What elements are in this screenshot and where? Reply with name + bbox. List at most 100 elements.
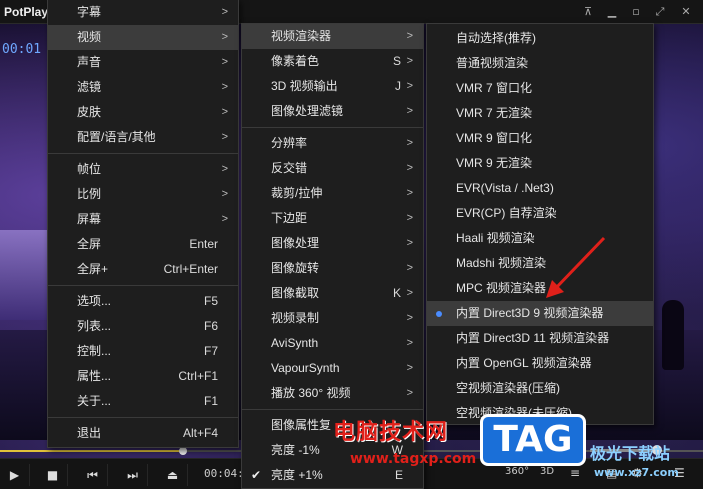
chevron-right-icon: >: [221, 106, 228, 118]
chevron-right-icon: >: [221, 6, 228, 18]
video-menu-item-10[interactable]: 图像旋转 >: [242, 256, 423, 281]
main-menu-item-16[interactable]: 属性... Ctrl+F1: [48, 364, 238, 389]
video-menu-item-12[interactable]: 视频录制 >: [242, 306, 423, 331]
menu-item-label: 帧位: [77, 162, 102, 176]
seek-progress: [0, 450, 183, 452]
watermark-tag-logo: TAG: [480, 414, 586, 466]
3d-button[interactable]: 3D: [540, 466, 554, 477]
main-menu-item-9[interactable]: 屏幕 >: [48, 207, 238, 232]
menu-item-label: 下边距: [271, 211, 308, 225]
video-menu-item-11[interactable]: 图像截取 K >: [242, 281, 423, 306]
renderer-menu-item-6[interactable]: EVR(Vista / .Net3): [427, 176, 653, 201]
video-menu-item-2[interactable]: 3D 视频输出 J >: [242, 74, 423, 99]
menu-item-label: 视频录制: [271, 311, 320, 325]
chevron-right-icon: >: [406, 187, 413, 199]
video-menu-item-7[interactable]: 裁剪/拉伸 >: [242, 181, 423, 206]
menu-item-label: MPC 视频渲染器: [456, 281, 547, 295]
main-menu-item-2[interactable]: 声音 >: [48, 50, 238, 75]
renderer-menu-item-4[interactable]: VMR 9 窗口化: [427, 126, 653, 151]
menu-separator: [48, 285, 238, 286]
menu-item-shortcut: Alt+F4: [182, 426, 218, 440]
close-icon[interactable]: ✕: [678, 4, 694, 20]
vr-360-button[interactable]: 360°: [505, 466, 529, 477]
maximize-icon[interactable]: ⤢: [652, 4, 668, 20]
main-menu-item-5[interactable]: 配置/语言/其他 >: [48, 125, 238, 150]
main-menu-item-15[interactable]: 控制... F7: [48, 339, 238, 364]
seek-handle[interactable]: [178, 447, 187, 455]
main-menu-item-19[interactable]: 退出 Alt+F4: [48, 421, 238, 446]
menu-item-shortcut: F5: [203, 294, 218, 308]
main-menu-item-1[interactable]: 视频 >: [48, 25, 238, 50]
main-menu-item-8[interactable]: 比例 >: [48, 182, 238, 207]
menu-item-label: 皮肤: [77, 105, 102, 119]
main-menu-item-0[interactable]: 字幕 >: [48, 0, 238, 25]
renderer-menu-item-1[interactable]: 普通视频渲染: [427, 51, 653, 76]
menu-item-label: 视频渲染器: [271, 29, 332, 43]
video-menu-item-9[interactable]: 图像处理 >: [242, 231, 423, 256]
renderer-menu-item-7[interactable]: EVR(CP) 自荐渲染: [427, 201, 653, 226]
menu-item-label: EVR(Vista / .Net3): [456, 181, 554, 195]
main-menu-item-4[interactable]: 皮肤 >: [48, 100, 238, 125]
menu-item-shortcut: Enter: [189, 237, 218, 251]
play-icon[interactable]: ▶: [0, 464, 30, 486]
main-menu-item-11[interactable]: 全屏+ Ctrl+Enter: [48, 257, 238, 282]
menu-item-label: 声音: [77, 55, 102, 69]
menu-item-label: 退出: [77, 426, 102, 440]
menu-separator: [242, 127, 423, 128]
main-menu-item-13[interactable]: 选项... F5: [48, 289, 238, 314]
video-menu-item-6[interactable]: 反交错 >: [242, 156, 423, 181]
renderer-menu-item-2[interactable]: VMR 7 窗口化: [427, 76, 653, 101]
renderer-menu-item-11[interactable]: 内置 Direct3D 9 视频渲染器: [427, 301, 653, 326]
radio-selected-icon: [436, 311, 442, 317]
menu-item-label: Madshi 视频渲染: [456, 256, 547, 270]
renderer-menu-item-12[interactable]: 内置 Direct3D 11 视频渲染器: [427, 326, 653, 351]
video-menu-item-8[interactable]: 下边距 >: [242, 206, 423, 231]
next-icon[interactable]: ⏭: [118, 464, 148, 486]
main-menu-item-7[interactable]: 帧位 >: [48, 157, 238, 182]
menu-item-label: 列表...: [77, 319, 112, 333]
video-menu-item-15[interactable]: 播放 360° 视频 >: [242, 381, 423, 406]
stop-icon[interactable]: ■: [38, 464, 68, 486]
previous-icon[interactable]: ⏮: [78, 464, 108, 486]
renderer-menu-item-3[interactable]: VMR 7 无渲染: [427, 101, 653, 126]
menu-item-shortcut: J: [395, 79, 401, 93]
chevron-right-icon: >: [406, 30, 413, 42]
renderer-menu-item-14[interactable]: 空视频渲染器(压缩): [427, 376, 653, 401]
chevron-right-icon: >: [406, 387, 413, 399]
chevron-right-icon: >: [406, 137, 413, 149]
renderer-menu-item-0[interactable]: 自动选择(推荐): [427, 26, 653, 51]
chevron-right-icon: >: [406, 362, 413, 374]
menu-item-label: 像素着色: [271, 54, 320, 68]
chevron-right-icon: >: [406, 337, 413, 349]
main-menu-item-3[interactable]: 滤镜 >: [48, 75, 238, 100]
watermark-site-name: 电脑技术网: [333, 420, 449, 445]
window-icon[interactable]: ▫: [628, 4, 644, 20]
video-menu-item-5[interactable]: 分辨率 >: [242, 131, 423, 156]
playlist-search-icon[interactable]: ≡: [570, 466, 580, 480]
video-menu-item-3[interactable]: 图像处理滤镜 >: [242, 99, 423, 124]
renderer-menu-item-13[interactable]: 内置 OpenGL 视频渲染器: [427, 351, 653, 376]
video-menu-item-14[interactable]: VapourSynth >: [242, 356, 423, 381]
main-menu-item-10[interactable]: 全屏 Enter: [48, 232, 238, 257]
video-menu-item-1[interactable]: 像素着色 S >: [242, 49, 423, 74]
eject-icon[interactable]: ⏏: [158, 464, 188, 486]
context-menu-main: 字幕 > 视频 > 声音 > 滤镜 > 皮肤 > 配置/语言/其他 > 帧位 > 比例 > 屏幕 > 全屏 Enter…: [47, 0, 239, 448]
menu-item-label: 自动选择(推荐): [456, 31, 536, 45]
menu-item-label: 亮度 +1%: [271, 468, 323, 482]
menu-item-label: 3D 视频输出: [271, 79, 338, 93]
chevron-right-icon: >: [406, 80, 413, 92]
menu-item-label: 属性...: [77, 369, 112, 383]
main-menu-item-14[interactable]: 列表... F6: [48, 314, 238, 339]
video-menu-item-0[interactable]: 视频渲染器 >: [242, 24, 423, 49]
renderer-menu-item-5[interactable]: VMR 9 无渲染: [427, 151, 653, 176]
submenu-video-renderer: 自动选择(推荐) 普通视频渲染 VMR 7 窗口化 VMR 7 无渲染 VMR 9 窗口…: [426, 23, 654, 425]
menu-item-label: 视频: [77, 30, 102, 44]
menu-item-shortcut: S: [392, 54, 401, 68]
minimize-icon[interactable]: ▁: [604, 4, 620, 20]
stage-light: [0, 230, 48, 320]
main-menu-item-17[interactable]: 关于... F1: [48, 389, 238, 414]
menu-item-shortcut: Ctrl+Enter: [163, 262, 218, 276]
menu-item-shortcut: Ctrl+F1: [178, 369, 218, 383]
video-menu-item-13[interactable]: AviSynth >: [242, 331, 423, 356]
pin-icon[interactable]: ⊼: [580, 4, 596, 20]
